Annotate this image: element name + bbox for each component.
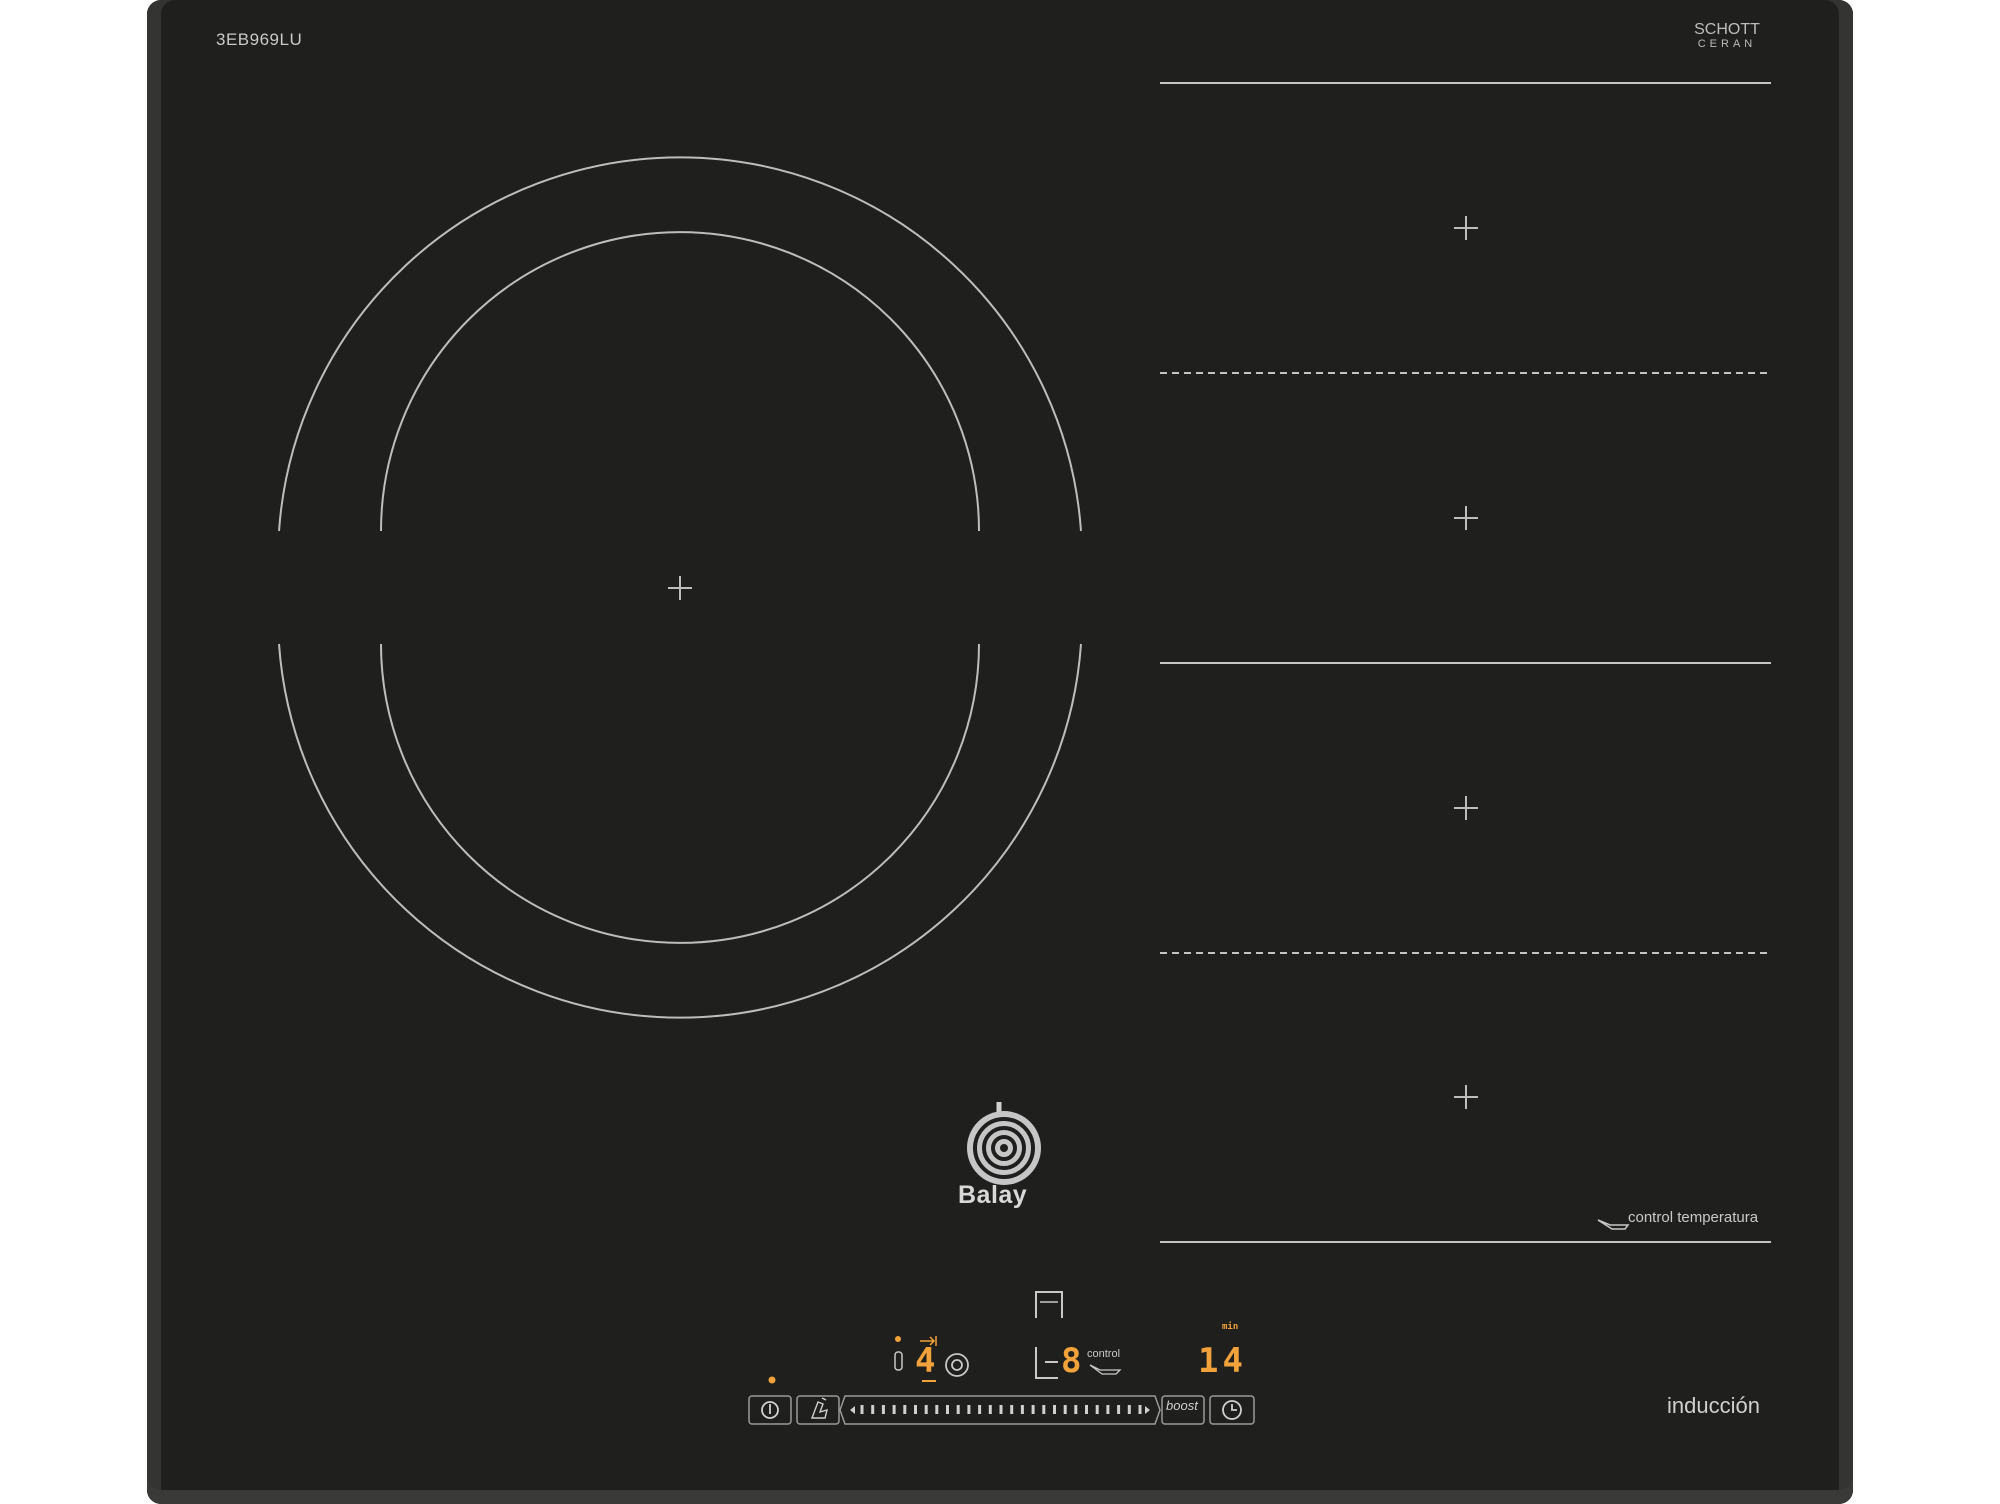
- zone-selector-icon: [1035, 1291, 1063, 1318]
- timer-display: 14: [1198, 1341, 1247, 1381]
- boost-label: boost: [1166, 1398, 1198, 1413]
- zone-center-cross: [668, 576, 692, 600]
- slider-tick: [1106, 1405, 1110, 1414]
- slider-tick: [914, 1405, 917, 1414]
- slider-tick: [881, 1405, 885, 1414]
- frying-sensor-icon: [1597, 1219, 1630, 1230]
- child-lock-button[interactable]: [796, 1395, 840, 1425]
- slider-tick: [1020, 1405, 1024, 1414]
- slider-tick: [1117, 1405, 1121, 1414]
- slider-tick: [1063, 1405, 1067, 1414]
- slider-tick: [903, 1405, 907, 1414]
- slider-tick: [1031, 1405, 1035, 1414]
- induction-label: inducción: [1667, 1393, 1760, 1418]
- zone-indicator-dot: [895, 1336, 901, 1342]
- slider-tick: [1010, 1405, 1014, 1414]
- slider-tick: [978, 1405, 982, 1414]
- schott-text: SCHOTT: [1694, 21, 1760, 38]
- timer-icon: [1222, 1400, 1242, 1420]
- slider-tick: [1095, 1405, 1099, 1414]
- control-label: control: [1087, 1348, 1121, 1360]
- slider-ticks: [860, 1405, 1142, 1414]
- slider-tick: [1074, 1405, 1078, 1414]
- slider-tick: [892, 1405, 896, 1414]
- flex-zone-lines: [1160, 82, 1771, 1243]
- power-indicator-dot: [768, 1376, 776, 1384]
- slider-tick: [988, 1405, 992, 1414]
- balay-logo: [967, 1102, 1041, 1185]
- timer-unit-label: min: [1222, 1322, 1239, 1332]
- slider-tick: [967, 1405, 971, 1414]
- cooktop-markings: [278, 82, 1771, 1425]
- temperature-control-label: control temperatura: [1628, 1209, 1759, 1226]
- model-number: 3EB969LU: [216, 30, 303, 49]
- slider-tick: [956, 1405, 960, 1414]
- inner-ring-top: [380, 231, 980, 532]
- cooking-level-display: 8: [1061, 1341, 1082, 1381]
- slider-tick: [1053, 1405, 1056, 1414]
- inner-ring-bottom: [380, 643, 980, 944]
- slider-tick: [924, 1405, 928, 1414]
- slider-tick: [1042, 1405, 1046, 1414]
- power-level-display: 4: [915, 1341, 936, 1381]
- slider-tick: [1127, 1405, 1131, 1414]
- schott-ceran-logo: SCHOTT CERAN: [1692, 22, 1762, 50]
- power-icon: [761, 1401, 779, 1419]
- slider-tick: [860, 1405, 864, 1414]
- dual-zone-icon: [945, 1353, 969, 1377]
- slider-tick: [946, 1405, 949, 1414]
- slider-tick: [871, 1405, 875, 1414]
- outer-ring-top: [278, 156, 1082, 532]
- slider-tick: [999, 1405, 1003, 1414]
- slider-tick: [935, 1405, 939, 1414]
- slider-tick: [1138, 1405, 1142, 1414]
- brand-name: Balay: [958, 1181, 1028, 1209]
- thermometer-icon: [894, 1351, 903, 1371]
- ceran-text: CERAN: [1697, 38, 1757, 50]
- outer-ring-bottom: [278, 643, 1082, 1019]
- slider-tick: [1085, 1405, 1088, 1414]
- child-lock-icon: [810, 1397, 828, 1419]
